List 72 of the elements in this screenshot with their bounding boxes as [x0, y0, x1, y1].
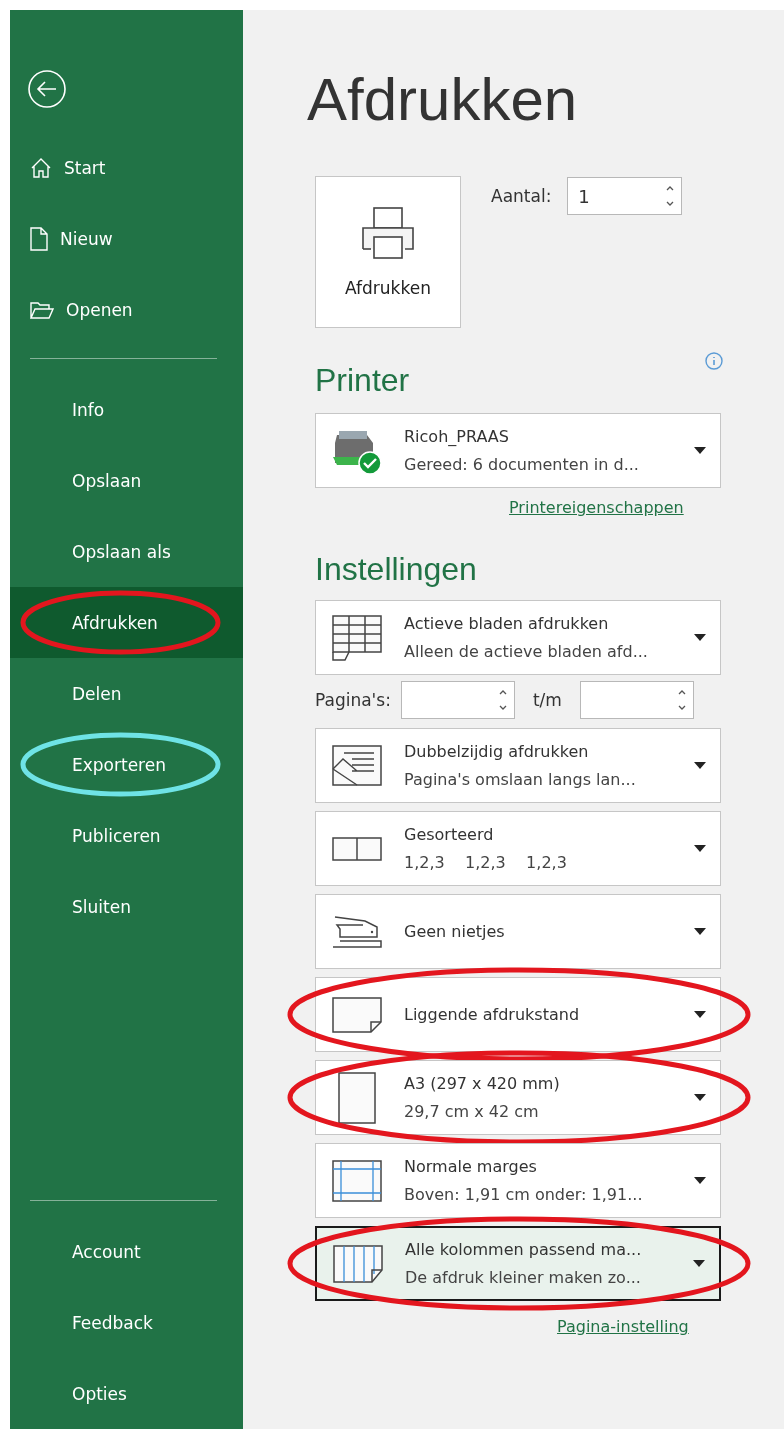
setting-title: Actieve bladen afdrukken	[404, 614, 610, 633]
sidebar-item[interactable]: Delen	[10, 658, 243, 729]
printer-status: Gereed: 6 documenten in d...	[404, 455, 640, 474]
sidebar-item[interactable]: Exporteren	[10, 729, 243, 800]
setting-dropdown[interactable]: Actieve bladen afdrukken Alleen de actieve bladen afd...	[315, 600, 721, 675]
landscape-page-icon	[332, 996, 382, 1033]
sidebar-item[interactable]: Nieuw	[10, 203, 243, 274]
copies-field[interactable]: 1	[567, 177, 683, 215]
page-setup-link[interactable]: Pagina-instelling	[557, 1317, 689, 1336]
sidebar-item[interactable]: Account	[10, 1216, 243, 1287]
setting-dropdown[interactable]: Normale marges Boven: 1,91 cm onder: 1,91...	[315, 1143, 721, 1218]
dropdown-caret-icon	[694, 1177, 706, 1184]
document-icon	[30, 226, 48, 251]
printer-name: Ricoh_PRAAS	[404, 427, 510, 446]
dropdown-caret-icon	[694, 928, 706, 935]
page-title: Afdrukken	[307, 68, 579, 132]
dropdown-caret-icon	[694, 447, 706, 454]
portrait-page-icon	[338, 1071, 376, 1124]
sidebar-item[interactable]: Sluiten	[10, 871, 243, 942]
setting-title: Alle kolommen passend ma...	[405, 1240, 643, 1259]
info-icon[interactable]	[705, 352, 723, 370]
setting-dropdown[interactable]: Dubbelzijdig afdrukken Pagina's omslaan langs lan...	[315, 728, 721, 803]
dropdown-caret-icon	[694, 634, 706, 641]
printer-properties-link[interactable]: Printereigenschappen	[509, 498, 684, 517]
setting-description: Boven: 1,91 cm onder: 1,91...	[404, 1185, 644, 1204]
sidebar-item[interactable]: Feedback	[10, 1287, 243, 1358]
pages-label: Pagina's:	[315, 690, 391, 710]
copies-label: Aantal:	[491, 186, 552, 206]
dropdown-caret-icon	[694, 1094, 706, 1101]
setting-description: 1,2,3 1,2,3 1,2,3	[404, 853, 568, 872]
sidebar-item[interactable]: Opslaan als	[10, 516, 243, 587]
sidebar-item[interactable]: Info	[10, 374, 243, 445]
sidebar-item[interactable]: Start	[10, 132, 243, 203]
dropdown-caret-icon	[693, 1260, 705, 1267]
fit-columns-page-icon	[333, 1244, 383, 1283]
setting-dropdown[interactable]: Liggende afdrukstand	[315, 977, 721, 1052]
setting-description: Pagina's omslaan langs lan...	[404, 770, 637, 789]
setting-title: A3 (297 x 420 mm)	[404, 1074, 561, 1093]
stapler-icon	[332, 913, 382, 950]
section-heading: Printer	[315, 362, 410, 399]
setting-description: Alleen de actieve bladen afd...	[404, 642, 649, 661]
setting-dropdown[interactable]: A3 (297 x 420 mm) 29,7 cm x 42 cm	[315, 1060, 721, 1135]
collated-pages-icon	[332, 836, 382, 861]
setting-dropdown[interactable]: Geen nietjes	[315, 894, 721, 969]
folder-icon	[30, 300, 54, 319]
duplex-page-icon	[332, 744, 382, 787]
sidebar-item[interactable]: Opties	[10, 1358, 243, 1429]
sidebar-item[interactable]: Openen	[10, 274, 243, 345]
sheet-grid-icon	[332, 614, 382, 661]
dropdown-caret-icon	[694, 1011, 706, 1018]
printer-icon	[361, 206, 415, 260]
margins-page-icon	[332, 1159, 382, 1202]
pages-from-field[interactable]	[400, 681, 515, 719]
home-icon	[30, 156, 52, 179]
sidebar-item[interactable]: Opslaan	[10, 445, 243, 516]
setting-title: Dubbelzijdig afdrukken	[404, 742, 590, 761]
print-button[interactable]: Afdrukken	[315, 176, 461, 328]
section-heading: Instellingen	[315, 551, 477, 588]
setting-title: Liggende afdrukstand	[404, 1005, 581, 1024]
setting-description: 29,7 cm x 42 cm	[404, 1102, 540, 1121]
setting-title: Gesorteerd	[404, 825, 495, 844]
printer-dropdown[interactable]: Ricoh_PRAAS Gereed: 6 documenten in d...	[315, 413, 721, 488]
setting-dropdown[interactable]: Alle kolommen passend ma... De afdruk kleiner maken zo...	[315, 1226, 721, 1301]
sidebar-item[interactable]: Publiceren	[10, 800, 243, 871]
dropdown-caret-icon	[694, 845, 706, 852]
pages-to-label: t/m	[532, 690, 562, 710]
dropdown-caret-icon	[694, 762, 706, 769]
setting-description: De afdruk kleiner maken zo...	[405, 1268, 642, 1287]
setting-title: Normale marges	[404, 1157, 538, 1176]
pages-to-field[interactable]	[579, 681, 694, 719]
setting-title: Geen nietjes	[404, 922, 506, 941]
setting-dropdown[interactable]: Gesorteerd 1,2,3 1,2,3 1,2,3	[315, 811, 721, 886]
